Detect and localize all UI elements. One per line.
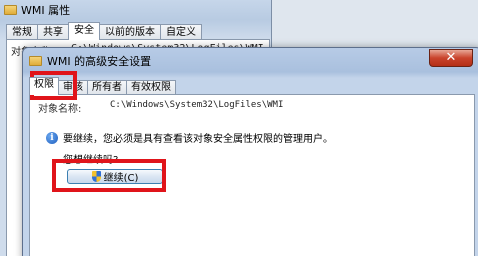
- tab-general[interactable]: 常规: [6, 24, 38, 40]
- tab-customize[interactable]: 自定义: [160, 24, 202, 40]
- info-text: 要继续，您必须是具有查看该对象安全属性权限的管理用户。: [63, 134, 333, 145]
- close-button[interactable]: ✕: [429, 49, 473, 67]
- tab-auditing[interactable]: 审核: [58, 80, 88, 95]
- close-icon: ✕: [445, 50, 457, 65]
- tab-permissions[interactable]: 权限: [29, 77, 59, 95]
- dialog-title: WMI 的高级安全设置: [47, 55, 152, 68]
- folder-icon: [4, 5, 17, 15]
- back-window-title: WMI 属性: [21, 4, 71, 17]
- back-window-titlebar: WMI 属性: [0, 0, 272, 20]
- tab-owner[interactable]: 所有者: [87, 80, 127, 95]
- info-icon: i: [46, 131, 58, 144]
- continue-button[interactable]: 继续(C): [67, 169, 163, 184]
- tab-previous-versions[interactable]: 以前的版本: [99, 24, 161, 40]
- tab-security[interactable]: 安全: [68, 22, 100, 40]
- shield-icon: [91, 171, 101, 182]
- folder-icon: [29, 56, 42, 66]
- tab-effective-permissions[interactable]: 有效权限: [126, 80, 176, 95]
- dialog-titlebar: WMI 的高级安全设置: [29, 52, 151, 70]
- continue-button-label: 继续(C): [103, 173, 139, 184]
- back-window-tabs: 常规 共享 安全 以前的版本 自定义: [6, 22, 202, 40]
- tab-sharing[interactable]: 共享: [37, 24, 69, 40]
- dialog-tabs: 权限 审核 所有者 有效权限: [29, 77, 176, 95]
- advanced-security-dialog: WMI 的高级安全设置 ✕ 权限 审核 所有者 有效权限 对象名称: C:\Wi…: [22, 47, 478, 256]
- admin-required-notice: i 要继续，您必须是具有查看该对象安全属性权限的管理用户。: [46, 130, 333, 145]
- object-name-label: 对象名称:: [38, 104, 82, 115]
- permissions-panel: 对象名称: C:\Windows\System32\LogFiles\WMI i…: [29, 94, 475, 256]
- continue-question: 您想继续吗?: [63, 155, 119, 166]
- object-name-value: C:\Windows\System32\LogFiles\WMI: [110, 100, 284, 110]
